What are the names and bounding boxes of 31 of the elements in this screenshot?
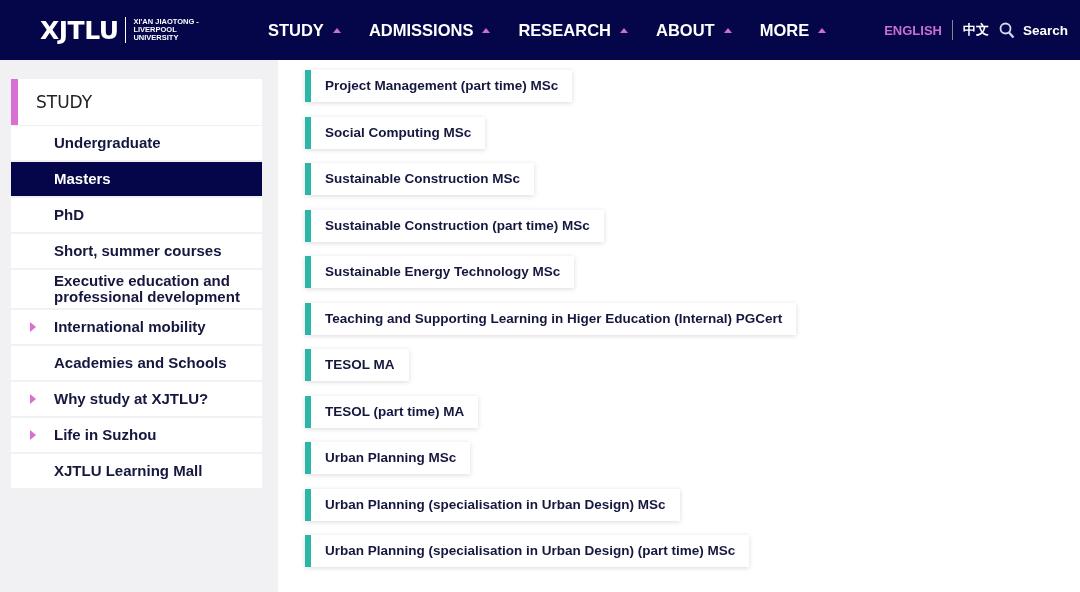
sidebar-item[interactable]: International mobility [11, 310, 262, 344]
nav-link[interactable]: MORE [759, 20, 827, 40]
sidebar-item[interactable]: Life in Suzhou [11, 418, 262, 452]
programme-link[interactable]: Urban Planning (specialisation in Urban Design) MSc [305, 488, 680, 521]
sidebar-item[interactable]: XJTLU Learning Mall [11, 454, 262, 488]
sidebar-item[interactable]: Why study at XJTLU? [11, 382, 262, 416]
nav-link[interactable]: ADMISSIONS [368, 20, 491, 40]
logo-text[interactable]: XJTLU [40, 15, 119, 45]
sidebar-item[interactable]: Short, summer courses [11, 234, 262, 268]
programme-link[interactable]: Sustainable Construction MSc [305, 163, 535, 195]
programme-link[interactable]: TESOL MA [305, 349, 409, 381]
programme-link[interactable]: Urban Planning MSc [305, 442, 471, 474]
programme-link[interactable]: TESOL (part time) MA [305, 395, 479, 428]
sidebar-title: STUDY [11, 79, 262, 125]
programme-link[interactable]: Teaching and Supporting Learning in Higer Education (Internal) PGCert [305, 302, 797, 335]
search-button[interactable]: Search [998, 21, 1068, 39]
sidebar-item[interactable]: PhD [11, 198, 262, 232]
language-link[interactable]: ENGLISH [874, 22, 952, 38]
nav-link[interactable]: STUDY [267, 20, 341, 40]
nav-link[interactable]: RESEARCH [518, 20, 628, 40]
programme-link[interactable]: Sustainable Construction (part time) MSc [305, 209, 604, 242]
language-link[interactable]: 中文 [952, 21, 999, 39]
programme-link[interactable]: Social Computing MSc [305, 116, 486, 149]
nav-link[interactable]: ABOUT [656, 20, 732, 40]
sidebar-item[interactable]: Masters [11, 162, 262, 196]
programme-link[interactable]: Project Management (part time) MSc [305, 70, 573, 102]
sidebar-item[interactable]: Undergraduate [11, 126, 262, 160]
programme-link[interactable]: Sustainable Energy Technology MSc [305, 256, 575, 288]
programme-link[interactable]: Urban Planning (specialisation in Urban Design) (part time) MSc [305, 535, 750, 567]
sidebar-item[interactable]: Academies and Schools [11, 346, 262, 380]
sidebar-item[interactable]: Executive education and professional development [11, 270, 262, 308]
